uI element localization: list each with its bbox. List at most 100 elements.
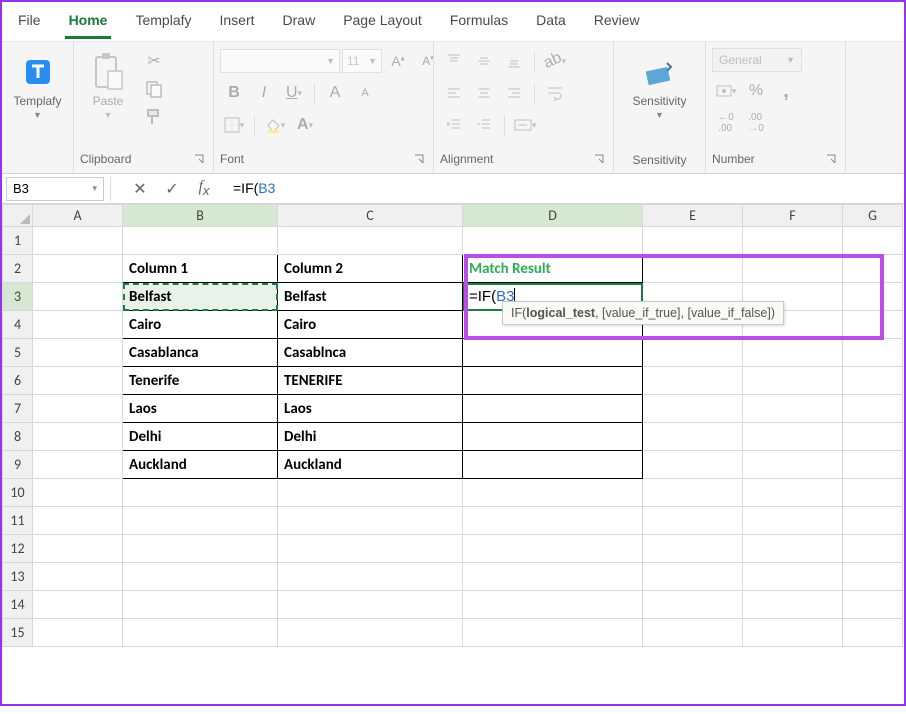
row-header-4[interactable]: 4: [3, 311, 33, 339]
row-header-14[interactable]: 14: [3, 591, 33, 619]
cell-C4[interactable]: Cairo: [278, 311, 463, 339]
row-header-3[interactable]: 3: [3, 283, 33, 311]
decrease-indent-button[interactable]: [440, 112, 468, 138]
enter-edit-button[interactable]: ✓: [157, 177, 187, 201]
font-launcher[interactable]: [411, 151, 427, 167]
col-header-D[interactable]: D: [463, 205, 643, 227]
align-left-button[interactable]: [440, 80, 468, 106]
tab-review[interactable]: Review: [590, 8, 644, 39]
col-header-E[interactable]: E: [643, 205, 743, 227]
row-header-1[interactable]: 1: [3, 227, 33, 255]
cell-D2[interactable]: Match Result: [463, 255, 643, 283]
alignment-launcher[interactable]: [591, 151, 607, 167]
italic-button[interactable]: I: [250, 80, 278, 106]
row-header-6[interactable]: 6: [3, 367, 33, 395]
comma-button[interactable]: ,: [772, 78, 800, 104]
cut-button[interactable]: ✂: [140, 48, 168, 74]
cell-B9[interactable]: Auckland: [123, 451, 278, 479]
cell-C8[interactable]: Delhi: [278, 423, 463, 451]
cell-D7[interactable]: [463, 395, 643, 423]
underline-button[interactable]: U▾: [280, 80, 308, 106]
col-header-B[interactable]: B: [123, 205, 278, 227]
formula-input[interactable]: =IF(B3: [227, 180, 904, 197]
row-header-13[interactable]: 13: [3, 563, 33, 591]
row-header-5[interactable]: 5: [3, 339, 33, 367]
row-header-11[interactable]: 11: [3, 507, 33, 535]
increase-decimal-button[interactable]: ←0.00: [712, 110, 740, 136]
row-header-12[interactable]: 12: [3, 535, 33, 563]
name-box[interactable]: B3 ▾: [6, 177, 104, 201]
cell-D6[interactable]: [463, 367, 643, 395]
percent-button[interactable]: %: [742, 78, 770, 104]
align-top-button[interactable]: [440, 48, 468, 74]
number-format-combo[interactable]: General ▼: [712, 48, 802, 72]
tab-home[interactable]: Home: [65, 8, 112, 39]
cell-B7[interactable]: Laos: [123, 395, 278, 423]
tab-formulas[interactable]: Formulas: [446, 8, 512, 39]
col-header-F[interactable]: F: [743, 205, 843, 227]
cell-B2[interactable]: Column 1: [123, 255, 278, 283]
font-size-up-button[interactable]: A: [321, 80, 349, 106]
shrink-font-button[interactable]: A▾: [414, 48, 442, 74]
row-header-2[interactable]: 2: [3, 255, 33, 283]
cell-B4[interactable]: Cairo: [123, 311, 278, 339]
align-bottom-button[interactable]: [500, 48, 528, 74]
bold-button[interactable]: B: [220, 80, 248, 106]
cell-C5[interactable]: Casablnca: [278, 339, 463, 367]
decrease-decimal-button[interactable]: .00→0: [742, 110, 770, 136]
font-size-combo[interactable]: 11 ▼: [342, 49, 382, 73]
accounting-format-button[interactable]: ▾: [712, 78, 740, 104]
cell-B5[interactable]: Casablanca: [123, 339, 278, 367]
tab-file[interactable]: File: [14, 8, 45, 39]
tab-draw[interactable]: Draw: [279, 8, 320, 39]
cell-B6[interactable]: Tenerife: [123, 367, 278, 395]
cell-D8[interactable]: [463, 423, 643, 451]
align-right-button[interactable]: [500, 80, 528, 106]
borders-button[interactable]: ▾: [220, 112, 248, 138]
ribbon-tabs: File Home Templafy Insert Draw Page Layo…: [2, 2, 904, 42]
templafy-button[interactable]: Templafy ▼: [5, 48, 69, 124]
row-header-9[interactable]: 9: [3, 451, 33, 479]
insert-function-button[interactable]: fx: [189, 177, 219, 201]
cell-B8[interactable]: Delhi: [123, 423, 278, 451]
font-color-button[interactable]: A ▾: [291, 112, 319, 138]
grow-font-button[interactable]: A▴: [384, 48, 412, 74]
cell-B3[interactable]: Belfast: [123, 283, 278, 311]
row-header-10[interactable]: 10: [3, 479, 33, 507]
spreadsheet-grid[interactable]: A B C D E F G 1 2 Column 1 Column 2 Matc…: [2, 204, 904, 714]
copy-button[interactable]: [140, 76, 168, 102]
format-painter-button[interactable]: [140, 104, 168, 130]
row-header-8[interactable]: 8: [3, 423, 33, 451]
cell-C7[interactable]: Laos: [278, 395, 463, 423]
merge-center-button[interactable]: ▾: [511, 112, 539, 138]
wrap-text-button[interactable]: [541, 80, 569, 106]
tab-insert[interactable]: Insert: [216, 8, 259, 39]
cell-C6[interactable]: TENERIFE: [278, 367, 463, 395]
sensitivity-button[interactable]: Sensitivity ▼: [624, 48, 694, 124]
cancel-edit-button[interactable]: ✕: [125, 177, 155, 201]
increase-indent-button[interactable]: [470, 112, 498, 138]
row-header-15[interactable]: 15: [3, 619, 33, 647]
align-center-button[interactable]: [470, 80, 498, 106]
clipboard-launcher[interactable]: [191, 151, 207, 167]
col-header-C[interactable]: C: [278, 205, 463, 227]
fill-color-button[interactable]: ▾: [261, 112, 289, 138]
cell-D9[interactable]: [463, 451, 643, 479]
select-all-corner[interactable]: [3, 205, 33, 227]
tab-templafy[interactable]: Templafy: [131, 8, 195, 39]
align-middle-button[interactable]: [470, 48, 498, 74]
number-launcher[interactable]: [823, 151, 839, 167]
paste-button[interactable]: Paste ▼: [80, 48, 136, 124]
tab-data[interactable]: Data: [532, 8, 570, 39]
cell-D5[interactable]: [463, 339, 643, 367]
orientation-button[interactable]: ab▾: [541, 48, 569, 74]
cell-C9[interactable]: Auckland: [278, 451, 463, 479]
col-header-G[interactable]: G: [843, 205, 903, 227]
row-header-7[interactable]: 7: [3, 395, 33, 423]
tab-page-layout[interactable]: Page Layout: [339, 8, 426, 39]
col-header-A[interactable]: A: [33, 205, 123, 227]
cell-C2[interactable]: Column 2: [278, 255, 463, 283]
font-name-combo[interactable]: ▼: [220, 49, 340, 73]
cell-C3[interactable]: Belfast: [278, 283, 463, 311]
font-size-down-button[interactable]: A: [351, 80, 379, 106]
